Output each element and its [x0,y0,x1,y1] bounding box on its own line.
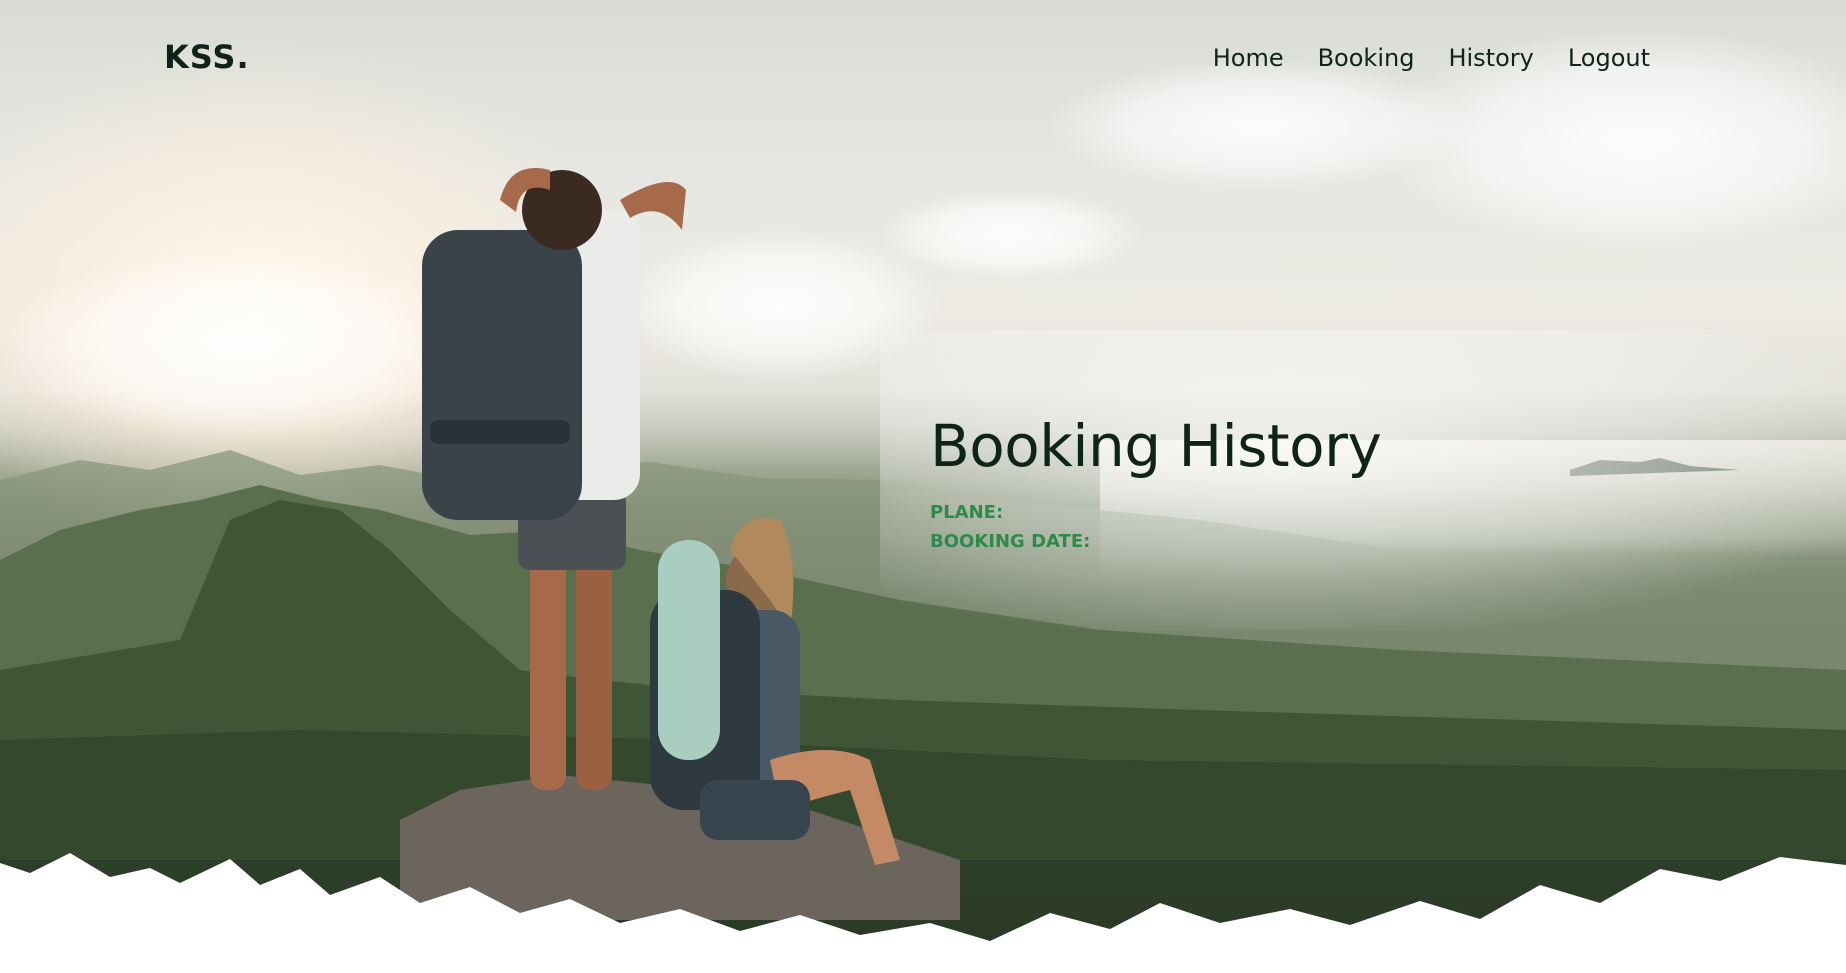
plane-label: PLANE: [930,502,1004,523]
page: KSS. Home Booking History Logout Booking… [0,0,1846,973]
main-nav: Home Booking History Logout [1213,44,1650,72]
brand-logo[interactable]: KSS. [164,38,250,76]
detail-row-booking-date: BOOKING DATE: [930,527,1630,556]
torn-paper-edge [0,853,1846,973]
nav-link-home[interactable]: Home [1213,44,1284,72]
page-title: Booking History [930,412,1382,480]
nav-link-logout[interactable]: Logout [1568,44,1650,72]
booking-date-label: BOOKING DATE: [930,531,1091,552]
detail-row-plane: PLANE: [930,498,1630,527]
booking-details: PLANE: BOOKING DATE: [930,498,1630,556]
nav-link-booking[interactable]: Booking [1318,44,1415,72]
booking-history-section: Booking History PLANE: BOOKING DATE: [930,410,1630,556]
cloud [1050,60,1470,190]
nav-link-history[interactable]: History [1448,44,1533,72]
